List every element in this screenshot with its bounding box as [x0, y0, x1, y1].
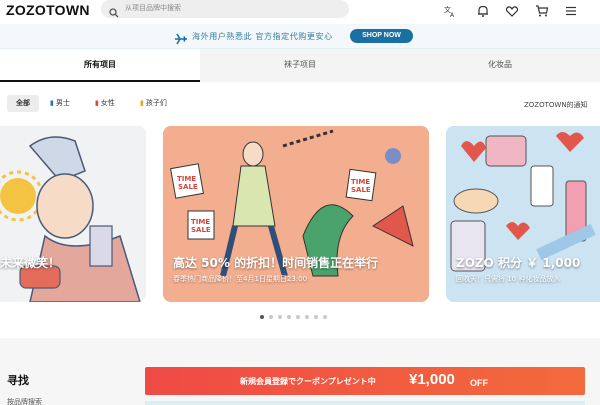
tab-all-items[interactable]: 所有项目 — [0, 49, 200, 82]
svg-text:A: A — [450, 12, 455, 18]
airplane-icon — [174, 30, 188, 49]
top-header: ZOZOTOWN 从项目品牌中搜索 文A — [0, 0, 600, 24]
pagination-dot[interactable] — [323, 315, 327, 319]
filter-all[interactable]: 全部 — [7, 95, 39, 112]
card-title: 未来微笑！ — [0, 256, 61, 270]
pagination-dot[interactable] — [269, 315, 273, 319]
pagination-dot[interactable] — [260, 315, 264, 319]
shop-now-button[interactable]: SHOP NOW — [350, 29, 413, 43]
card-title: 高达 50% 的折扣！时间销售正在举行 — [173, 256, 379, 270]
filter-men[interactable]: ▮ 男士 — [50, 95, 70, 112]
search-section-title: 寻找 — [7, 374, 29, 387]
card-subtitle: 春季热门商品降价！至4月1日星期日23:00 — [173, 275, 308, 283]
next-banner-edge — [145, 401, 585, 405]
svg-text:TIME: TIME — [191, 218, 210, 226]
coupon-banner[interactable]: 新規会員登録でクーポンプレゼント中 ¥1,000 OFF — [145, 367, 585, 395]
translate-icon[interactable]: 文A — [443, 3, 457, 19]
card-title: ZOZO 积分 ￥ 1,000 — [456, 256, 581, 270]
zozotown-notice-link[interactable]: ZOZOTOWN的通知 — [524, 100, 588, 110]
logo[interactable]: ZOZOTOWN — [6, 2, 90, 18]
overseas-promo-banner[interactable]: 海外用户熟悉此 官方指定代购更安心 SHOP NOW — [0, 24, 600, 49]
svg-text:TIME: TIME — [351, 178, 370, 186]
carousel-card-smile[interactable]: 未来微笑！ — [0, 126, 146, 302]
search-icon — [109, 3, 119, 22]
kids-icon: ▮ — [140, 99, 144, 107]
card-subtitle: 回收天！只需将 10 种化妆品放入 — [456, 275, 561, 283]
coupon-amount: ¥1,000 — [409, 371, 455, 388]
filter-women[interactable]: ▮ 女性 — [95, 95, 115, 112]
svg-text:SALE: SALE — [351, 186, 371, 194]
carousel-card-points[interactable]: ZOZO 积分 ￥ 1,000 回收天！只需将 10 种化妆品放入 — [446, 126, 600, 302]
pagination-dot[interactable] — [287, 315, 291, 319]
heart-icon[interactable] — [505, 3, 519, 17]
bell-icon[interactable] — [476, 3, 490, 17]
svg-text:TIME: TIME — [177, 175, 196, 183]
bottom-section: 寻找 按品牌搜索 新規会員登録でクーポンプレゼント中 ¥1,000 OFF — [0, 338, 600, 405]
cart-icon[interactable] — [535, 3, 549, 17]
pagination-dot[interactable] — [296, 315, 300, 319]
men-icon: ▮ — [50, 99, 54, 107]
search-input[interactable]: 从项目品牌中搜索 — [125, 3, 181, 13]
filter-kids-label: 孩子们 — [145, 99, 167, 107]
coupon-off: OFF — [470, 378, 488, 388]
smile-illustration — [0, 126, 146, 302]
search-bar[interactable]: 从项目品牌中搜索 — [101, 0, 349, 18]
coupon-text: 新規会員登録でクーポンプレゼント中 — [240, 377, 376, 386]
pagination-dot[interactable] — [278, 315, 282, 319]
filter-women-label: 女性 — [100, 99, 115, 107]
svg-text:SALE: SALE — [191, 226, 211, 234]
category-tabs: 所有项目 袜子项目 化妆品 — [0, 49, 600, 82]
pagination-dot[interactable] — [305, 315, 309, 319]
search-by-brand-link[interactable]: 按品牌搜索 — [7, 397, 42, 405]
women-icon: ▮ — [95, 99, 99, 107]
filter-men-label: 男士 — [55, 99, 70, 107]
menu-icon[interactable] — [564, 3, 578, 17]
svg-text:SALE: SALE — [178, 183, 198, 191]
promo-text: 海外用户熟悉此 官方指定代购更安心 — [192, 32, 333, 41]
tab-cosmetics[interactable]: 化妆品 — [400, 49, 600, 82]
carousel-card-sale[interactable]: TIME SALE TIME SALE TIME SALE 高达 50% 的折扣… — [163, 126, 429, 302]
pagination-dot[interactable] — [314, 315, 318, 319]
tab-socks[interactable]: 袜子项目 — [200, 49, 400, 82]
filter-kids[interactable]: ▮ 孩子们 — [140, 95, 167, 112]
